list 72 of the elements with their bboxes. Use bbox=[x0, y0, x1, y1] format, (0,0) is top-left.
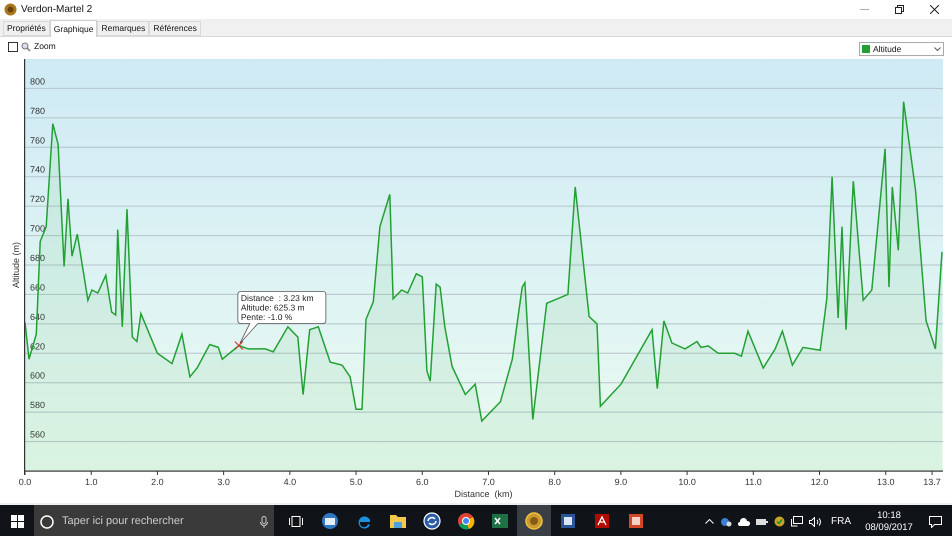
x-tick-label: 8.0 bbox=[548, 477, 561, 487]
pdf-icon bbox=[593, 512, 611, 530]
x-tick-label: 10.0 bbox=[678, 477, 696, 487]
microphone-icon bbox=[260, 516, 268, 528]
cloud-sync-icon bbox=[720, 516, 732, 526]
y-tick-label: 560 bbox=[30, 430, 46, 440]
disc-logo-icon bbox=[525, 512, 543, 530]
crosshair-marker-icon bbox=[234, 341, 244, 350]
x-tick-label: 13.0 bbox=[876, 477, 894, 487]
language-indicator[interactable]: FRA bbox=[831, 514, 851, 529]
taskbar-app-button[interactable] bbox=[517, 505, 551, 536]
y-tick-label: 600 bbox=[30, 370, 46, 381]
envelope-globe-icon bbox=[321, 512, 339, 530]
clock-date: 08/09/2017 bbox=[865, 522, 913, 534]
tab[interactable]: Références bbox=[149, 21, 201, 36]
y-tick-label: 720 bbox=[30, 194, 46, 204]
search-box[interactable]: Taper ici pour rechercher bbox=[34, 505, 274, 536]
series-dropdown[interactable]: Altitude bbox=[859, 42, 944, 56]
windows-logo-icon bbox=[10, 515, 24, 528]
caret-icon bbox=[934, 47, 941, 51]
y-tick-label: 760 bbox=[30, 135, 46, 146]
zoom-label: Zoom bbox=[34, 40, 56, 53]
y-axis-title: Altitude (m) bbox=[11, 242, 21, 288]
window-title: Verdon-Martel 2 bbox=[21, 3, 92, 17]
x-tick-label: 0.0 bbox=[18, 477, 32, 487]
notification-icon bbox=[929, 516, 942, 528]
x-tick-label: 12.0 bbox=[810, 477, 828, 487]
circular-arrows-icon bbox=[423, 512, 441, 530]
shield-check-icon bbox=[774, 516, 785, 527]
x-tick-label: 1.0 bbox=[84, 477, 98, 487]
folder-icon bbox=[389, 512, 407, 528]
search-field[interactable]: Taper ici pour rechercher bbox=[62, 513, 260, 530]
close-icon bbox=[930, 5, 939, 14]
restore-icon bbox=[895, 5, 904, 14]
battery-icon bbox=[756, 517, 768, 526]
presentation-icon bbox=[627, 512, 645, 530]
x-tick-label: 9.0 bbox=[614, 477, 628, 487]
callout-text: Pente: -1.0 % bbox=[240, 312, 292, 322]
x-tick-label: 7.0 bbox=[482, 477, 495, 487]
document-icon bbox=[559, 512, 577, 530]
tab[interactable]: Remarques bbox=[97, 21, 150, 36]
y-tick-label: 800 bbox=[30, 76, 46, 86]
cloud-icon bbox=[738, 518, 750, 526]
x-axis-title: Distance (km) bbox=[454, 489, 512, 499]
task-view-icon bbox=[289, 516, 303, 527]
app-logo-icon bbox=[4, 3, 17, 16]
tab[interactable]: Propriétés bbox=[3, 21, 50, 36]
x-tick-label: 5.0 bbox=[350, 477, 362, 487]
x-tick-label: 11.0 bbox=[744, 477, 762, 487]
x-tick-label: 2.0 bbox=[151, 477, 164, 487]
magnifier-icon bbox=[21, 42, 31, 52]
y-tick-label: 700 bbox=[30, 224, 46, 234]
callout-text: Altitude: 625.3 m bbox=[240, 302, 305, 312]
clock-time: 10:18 bbox=[877, 510, 901, 522]
y-tick-label: 740 bbox=[30, 164, 46, 175]
x-tick-label: 3.0 bbox=[217, 477, 230, 487]
x-tick-label: 6.0 bbox=[416, 477, 429, 487]
speaker-icon bbox=[809, 516, 821, 526]
callout-text: Distance : 3.23 km bbox=[240, 292, 314, 303]
x-tick-label: 4.0 bbox=[284, 477, 296, 487]
network-icon bbox=[791, 516, 803, 527]
browser-icon bbox=[457, 512, 475, 530]
x-tick-label: 13.7 bbox=[923, 477, 941, 487]
chevron-up-icon bbox=[705, 519, 714, 524]
minimize-icon bbox=[860, 9, 869, 10]
tab[interactable]: Graphique bbox=[50, 20, 98, 37]
clock[interactable]: 10:18 08/09/2017 bbox=[861, 510, 917, 534]
y-tick-label: 780 bbox=[30, 106, 46, 116]
zoom-checkbox[interactable] bbox=[8, 42, 18, 52]
spreadsheet-icon bbox=[491, 512, 509, 530]
circle-icon bbox=[40, 514, 54, 528]
y-tick-label: 580 bbox=[30, 400, 46, 410]
